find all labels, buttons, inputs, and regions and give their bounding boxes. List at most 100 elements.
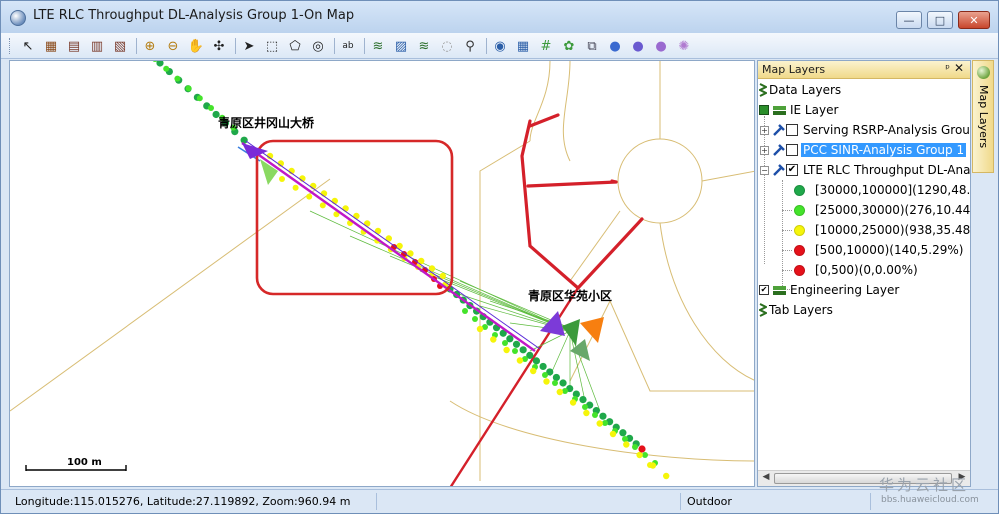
- select-rect-icon[interactable]: ⬚: [263, 37, 281, 55]
- route-line: [237, 140, 541, 352]
- layer-checkbox[interactable]: ✔: [786, 164, 798, 176]
- layers-icon: [773, 286, 786, 295]
- panel-header: Map Layers ᵖ ✕: [758, 61, 970, 79]
- minor-roads: [10, 61, 754, 481]
- map-canvas[interactable]: 青原区井冈山大桥 青原区华苑小区 100 m: [9, 60, 755, 487]
- layer-checkbox[interactable]: [786, 144, 798, 156]
- close-button[interactable]: ✕: [958, 11, 990, 29]
- toolbar-separator: [136, 38, 137, 54]
- toolbar-separator: [486, 38, 487, 54]
- tree-item-ie-layer[interactable]: IE Layer: [759, 101, 840, 119]
- sample-point: [562, 388, 568, 394]
- edit-table-icon[interactable]: ▤: [65, 37, 83, 55]
- coordinates-readout: Longitude:115.015276, Latitude:27.119892…: [9, 493, 377, 510]
- engineering-layer-checkbox[interactable]: ✔: [759, 285, 769, 295]
- expand-icon[interactable]: +: [760, 125, 769, 135]
- analysis-tool-icon: [773, 164, 785, 176]
- report-icon[interactable]: ▥: [88, 37, 106, 55]
- tree-item-tab-layers[interactable]: Tab Layers: [759, 301, 835, 319]
- pointer-icon[interactable]: ➤: [240, 37, 258, 55]
- sample-point: [512, 340, 521, 348]
- layer-checkbox[interactable]: [786, 124, 798, 136]
- sample-point: [306, 193, 313, 200]
- panel-close-button[interactable]: ✕: [954, 61, 964, 75]
- ie-layer-checkbox[interactable]: [759, 105, 769, 115]
- status-bar: Longitude:115.015276, Latitude:27.119892…: [1, 489, 998, 513]
- select-arrow-icon[interactable]: ↖: [19, 37, 37, 55]
- side-tab-label: Map Layers: [977, 85, 990, 149]
- sample-point: [196, 95, 203, 102]
- grid-icon[interactable]: #: [537, 37, 555, 55]
- sample-point: [516, 357, 524, 364]
- sample-point: [552, 380, 558, 386]
- tree-item-engineering-layer[interactable]: ✔ Engineering Layer: [759, 281, 901, 299]
- scale-label: 100 m: [67, 457, 102, 468]
- grid-table-icon[interactable]: ▦: [514, 37, 532, 55]
- cells-config-icon[interactable]: ●: [652, 37, 670, 55]
- layer-add-icon[interactable]: ≋: [415, 37, 433, 55]
- pan-hand-icon[interactable]: ✋: [187, 37, 205, 55]
- sample-point: [292, 184, 299, 191]
- expand-icon[interactable]: +: [760, 145, 769, 155]
- select-radius-icon[interactable]: ◎: [309, 37, 327, 55]
- copy-icon[interactable]: ⧉: [583, 37, 601, 55]
- tree-item-data-layers[interactable]: Data Layers: [759, 81, 843, 99]
- title-bar: LTE RLC Throughput DL-Analysis Group 1-O…: [1, 1, 998, 33]
- globe-icon: [977, 66, 990, 79]
- collapse-icon[interactable]: −: [760, 165, 769, 175]
- tree-item-serving-rsrp[interactable]: + Serving RSRP-Analysis Grou: [760, 121, 970, 139]
- toolbar-separator: [364, 38, 365, 54]
- binoculars-icon[interactable]: ⚲: [461, 37, 479, 55]
- report-settings-icon[interactable]: ▧: [111, 37, 129, 55]
- layer-clear-icon[interactable]: ◌: [438, 37, 456, 55]
- label-icon[interactable]: ab: [339, 37, 357, 55]
- sample-point: [208, 105, 214, 111]
- sample-point: [556, 388, 563, 396]
- sample-point: [582, 404, 588, 410]
- minimize-button[interactable]: —: [896, 11, 922, 29]
- sample-point: [559, 379, 567, 387]
- legend-item: [30000,100000](1290,48.79%: [794, 181, 970, 199]
- sample-point: [552, 373, 561, 382]
- sample-point: [638, 445, 646, 453]
- zoom-out-icon[interactable]: ⊖: [164, 37, 182, 55]
- watermark-logo-text: 华为云社区: [879, 476, 970, 494]
- zoom-in-icon[interactable]: ⊕: [141, 37, 159, 55]
- app-logo-icon: [10, 10, 26, 26]
- toolbar-separator: [334, 38, 335, 54]
- legend-item: [0,500)(0,0.00%): [794, 261, 920, 279]
- legend-item: [25000,30000)(276,10.44%): [794, 201, 970, 219]
- sample-point: [636, 451, 643, 459]
- maximize-button[interactable]: □: [927, 11, 953, 29]
- site-label: 青原区华苑小区: [528, 289, 613, 303]
- cells-icon[interactable]: ●: [606, 37, 624, 55]
- map-layers-side-tab[interactable]: Map Layers: [972, 60, 994, 173]
- layers-icon[interactable]: ≋: [369, 37, 387, 55]
- legend-label: [30000,100000](1290,48.79%: [815, 183, 970, 197]
- table-view-icon[interactable]: ▦: [42, 37, 60, 55]
- pin-icon[interactable]: ᵖ: [945, 62, 950, 75]
- globe-icon[interactable]: ◉: [491, 37, 509, 55]
- legend-dot-icon: [794, 264, 805, 276]
- neighbors-icon[interactable]: ●: [629, 37, 647, 55]
- sample-point: [647, 462, 653, 468]
- sample-point: [503, 346, 510, 354]
- settings-icon[interactable]: ✺: [675, 37, 693, 55]
- toolbar-grip[interactable]: [9, 38, 12, 54]
- sample-point: [579, 396, 587, 404]
- legend-dot-icon: [794, 204, 805, 216]
- main-toolbar: ↖ ▦ ▤ ▥ ▧ ⊕ ⊖ ✋ ✣ ➤ ⬚ ⬠ ◎ ab ≋ ▨ ≋ ◌ ⚲ ◉ ▦ # ✿ ⧉ ● ● ● ✺: [1, 33, 998, 59]
- legend-icon[interactable]: ▨: [392, 37, 410, 55]
- site-icon[interactable]: ✿: [560, 37, 578, 55]
- sample-point: [240, 136, 248, 144]
- layer-tree: Data Layers IE Layer + Serving RSRP-Anal…: [758, 80, 970, 470]
- tree-item-lte-rlc-throughput[interactable]: − ✔ LTE RLC Throughput DL-Ana: [760, 161, 970, 179]
- scroll-left-icon[interactable]: ◀: [759, 472, 773, 485]
- tree-connector: [782, 230, 792, 231]
- tree-connector: [782, 210, 792, 211]
- full-extent-icon[interactable]: ✣: [210, 37, 228, 55]
- tree-item-pcc-sinr[interactable]: + PCC SINR-Analysis Group 1: [760, 141, 967, 159]
- tree-item-label: Data Layers: [769, 83, 842, 97]
- select-polygon-icon[interactable]: ⬠: [286, 37, 304, 55]
- sample-point: [596, 420, 603, 427]
